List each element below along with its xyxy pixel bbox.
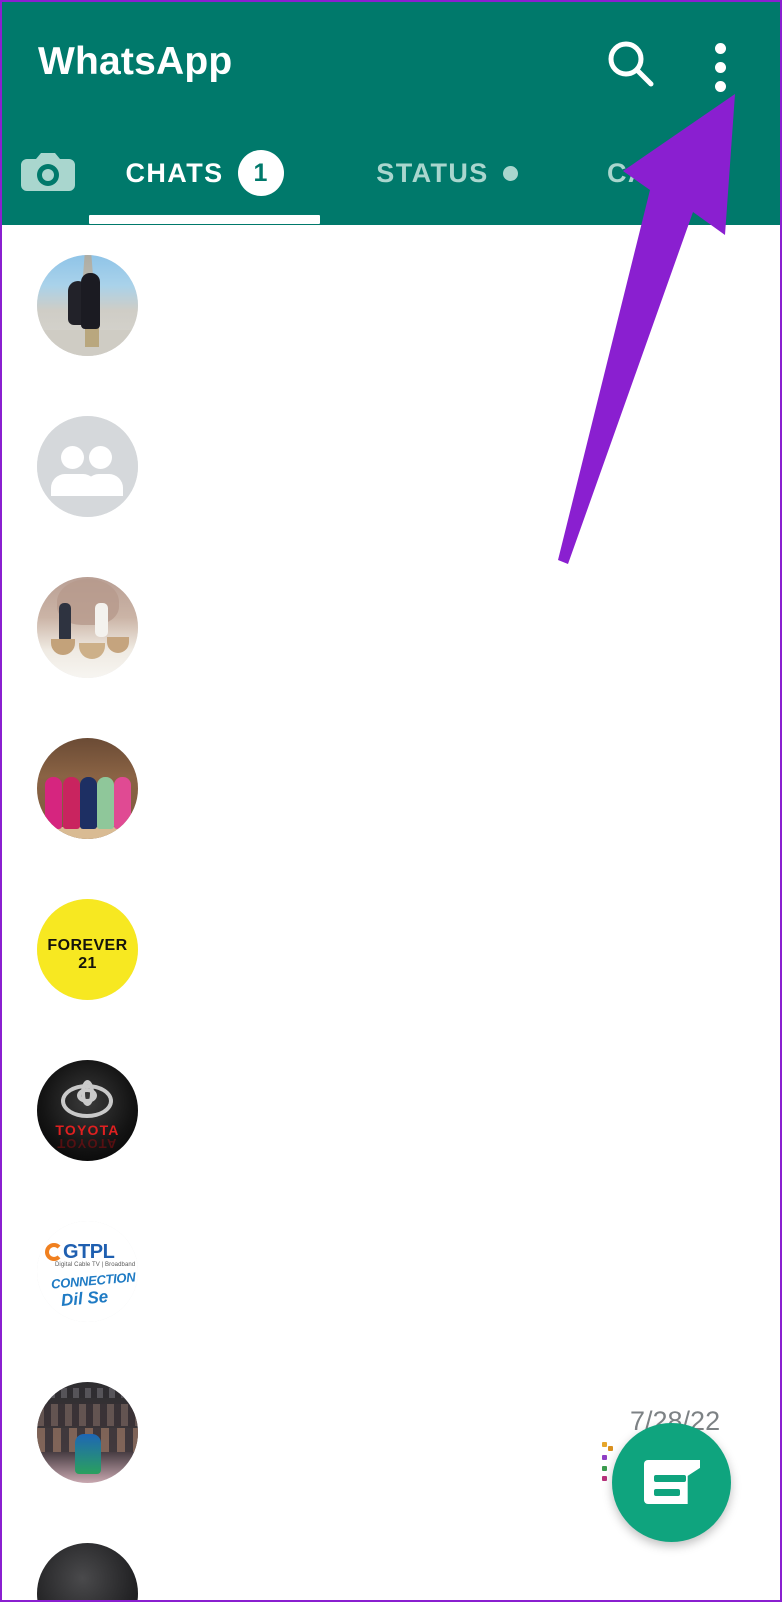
app-bar: WhatsApp — [2, 2, 780, 121]
menu-dot — [714, 43, 726, 54]
status-update-dot-icon — [502, 165, 518, 181]
avatar[interactable] — [37, 738, 138, 839]
chat-list-item[interactable]: TOYOTA TOYOTA — [2, 1030, 780, 1191]
new-chat-fab[interactable] — [612, 1423, 731, 1542]
chat-list[interactable]: FOREVER 21 TOYOTA TOYOTA GTPL Digital Ca… — [2, 225, 780, 1600]
group-placeholder-icon — [37, 416, 138, 517]
avatar-brand-text: FOREVER 21 — [47, 937, 128, 972]
chat-bubble-line — [654, 1489, 680, 1496]
avatar-brand-subtitle: Digital Cable TV | Broadband — [55, 1262, 136, 1268]
chat-list-item[interactable]: FOREVER 21 — [2, 869, 780, 1030]
chat-bubble-line — [654, 1475, 686, 1482]
avatar[interactable] — [37, 416, 138, 517]
overflow-menu-icon[interactable] — [700, 32, 740, 98]
tab-status-label: STATUS — [376, 157, 489, 188]
page-title: WhatsApp — [38, 40, 233, 83]
chat-bubble-icon — [644, 1460, 700, 1504]
chat-list-item[interactable] — [2, 386, 780, 547]
avatar[interactable]: TOYOTA TOYOTA — [37, 1060, 138, 1161]
avatar-brand-tagline-2: Dil Se — [60, 1286, 109, 1311]
avatar-brand-text-reflection: TOYOTA — [57, 1136, 118, 1151]
avatar[interactable]: GTPL Digital Cable TV | Broadband CONNEC… — [37, 1221, 138, 1322]
tab-chats-label: CHATS — [125, 157, 224, 188]
tab-chats[interactable]: CHATS 1 — [89, 121, 320, 225]
gtpl-swirl-icon — [45, 1243, 63, 1261]
avatar[interactable] — [37, 577, 138, 678]
camera-icon[interactable] — [21, 147, 75, 197]
tab-bar: CHATS 1 STATUS CALLS — [2, 121, 780, 225]
menu-dot — [714, 81, 726, 92]
chat-list-item[interactable] — [2, 708, 780, 869]
tab-calls[interactable]: CALLS — [574, 121, 780, 225]
avatar[interactable] — [37, 255, 138, 356]
chat-list-item[interactable] — [2, 547, 780, 708]
avatar[interactable] — [37, 1382, 138, 1483]
active-tab-indicator — [89, 215, 320, 224]
phone-screen: WhatsApp CHATS 1 STATUS CALLS FOREVER 21… — [0, 0, 782, 1602]
chat-list-item[interactable]: GTPL Digital Cable TV | Broadband CONNEC… — [2, 1191, 780, 1352]
chats-unread-badge: 1 — [237, 150, 284, 196]
avatar[interactable] — [37, 1543, 138, 1600]
tab-status[interactable]: STATUS — [332, 121, 562, 225]
tab-calls-label: CALLS — [607, 157, 704, 188]
chat-list-item[interactable] — [2, 225, 780, 386]
avatar-brand-text: GTPL — [63, 1241, 115, 1263]
menu-dot — [714, 62, 726, 73]
search-icon[interactable] — [602, 36, 660, 94]
avatar[interactable]: FOREVER 21 — [37, 899, 138, 1000]
